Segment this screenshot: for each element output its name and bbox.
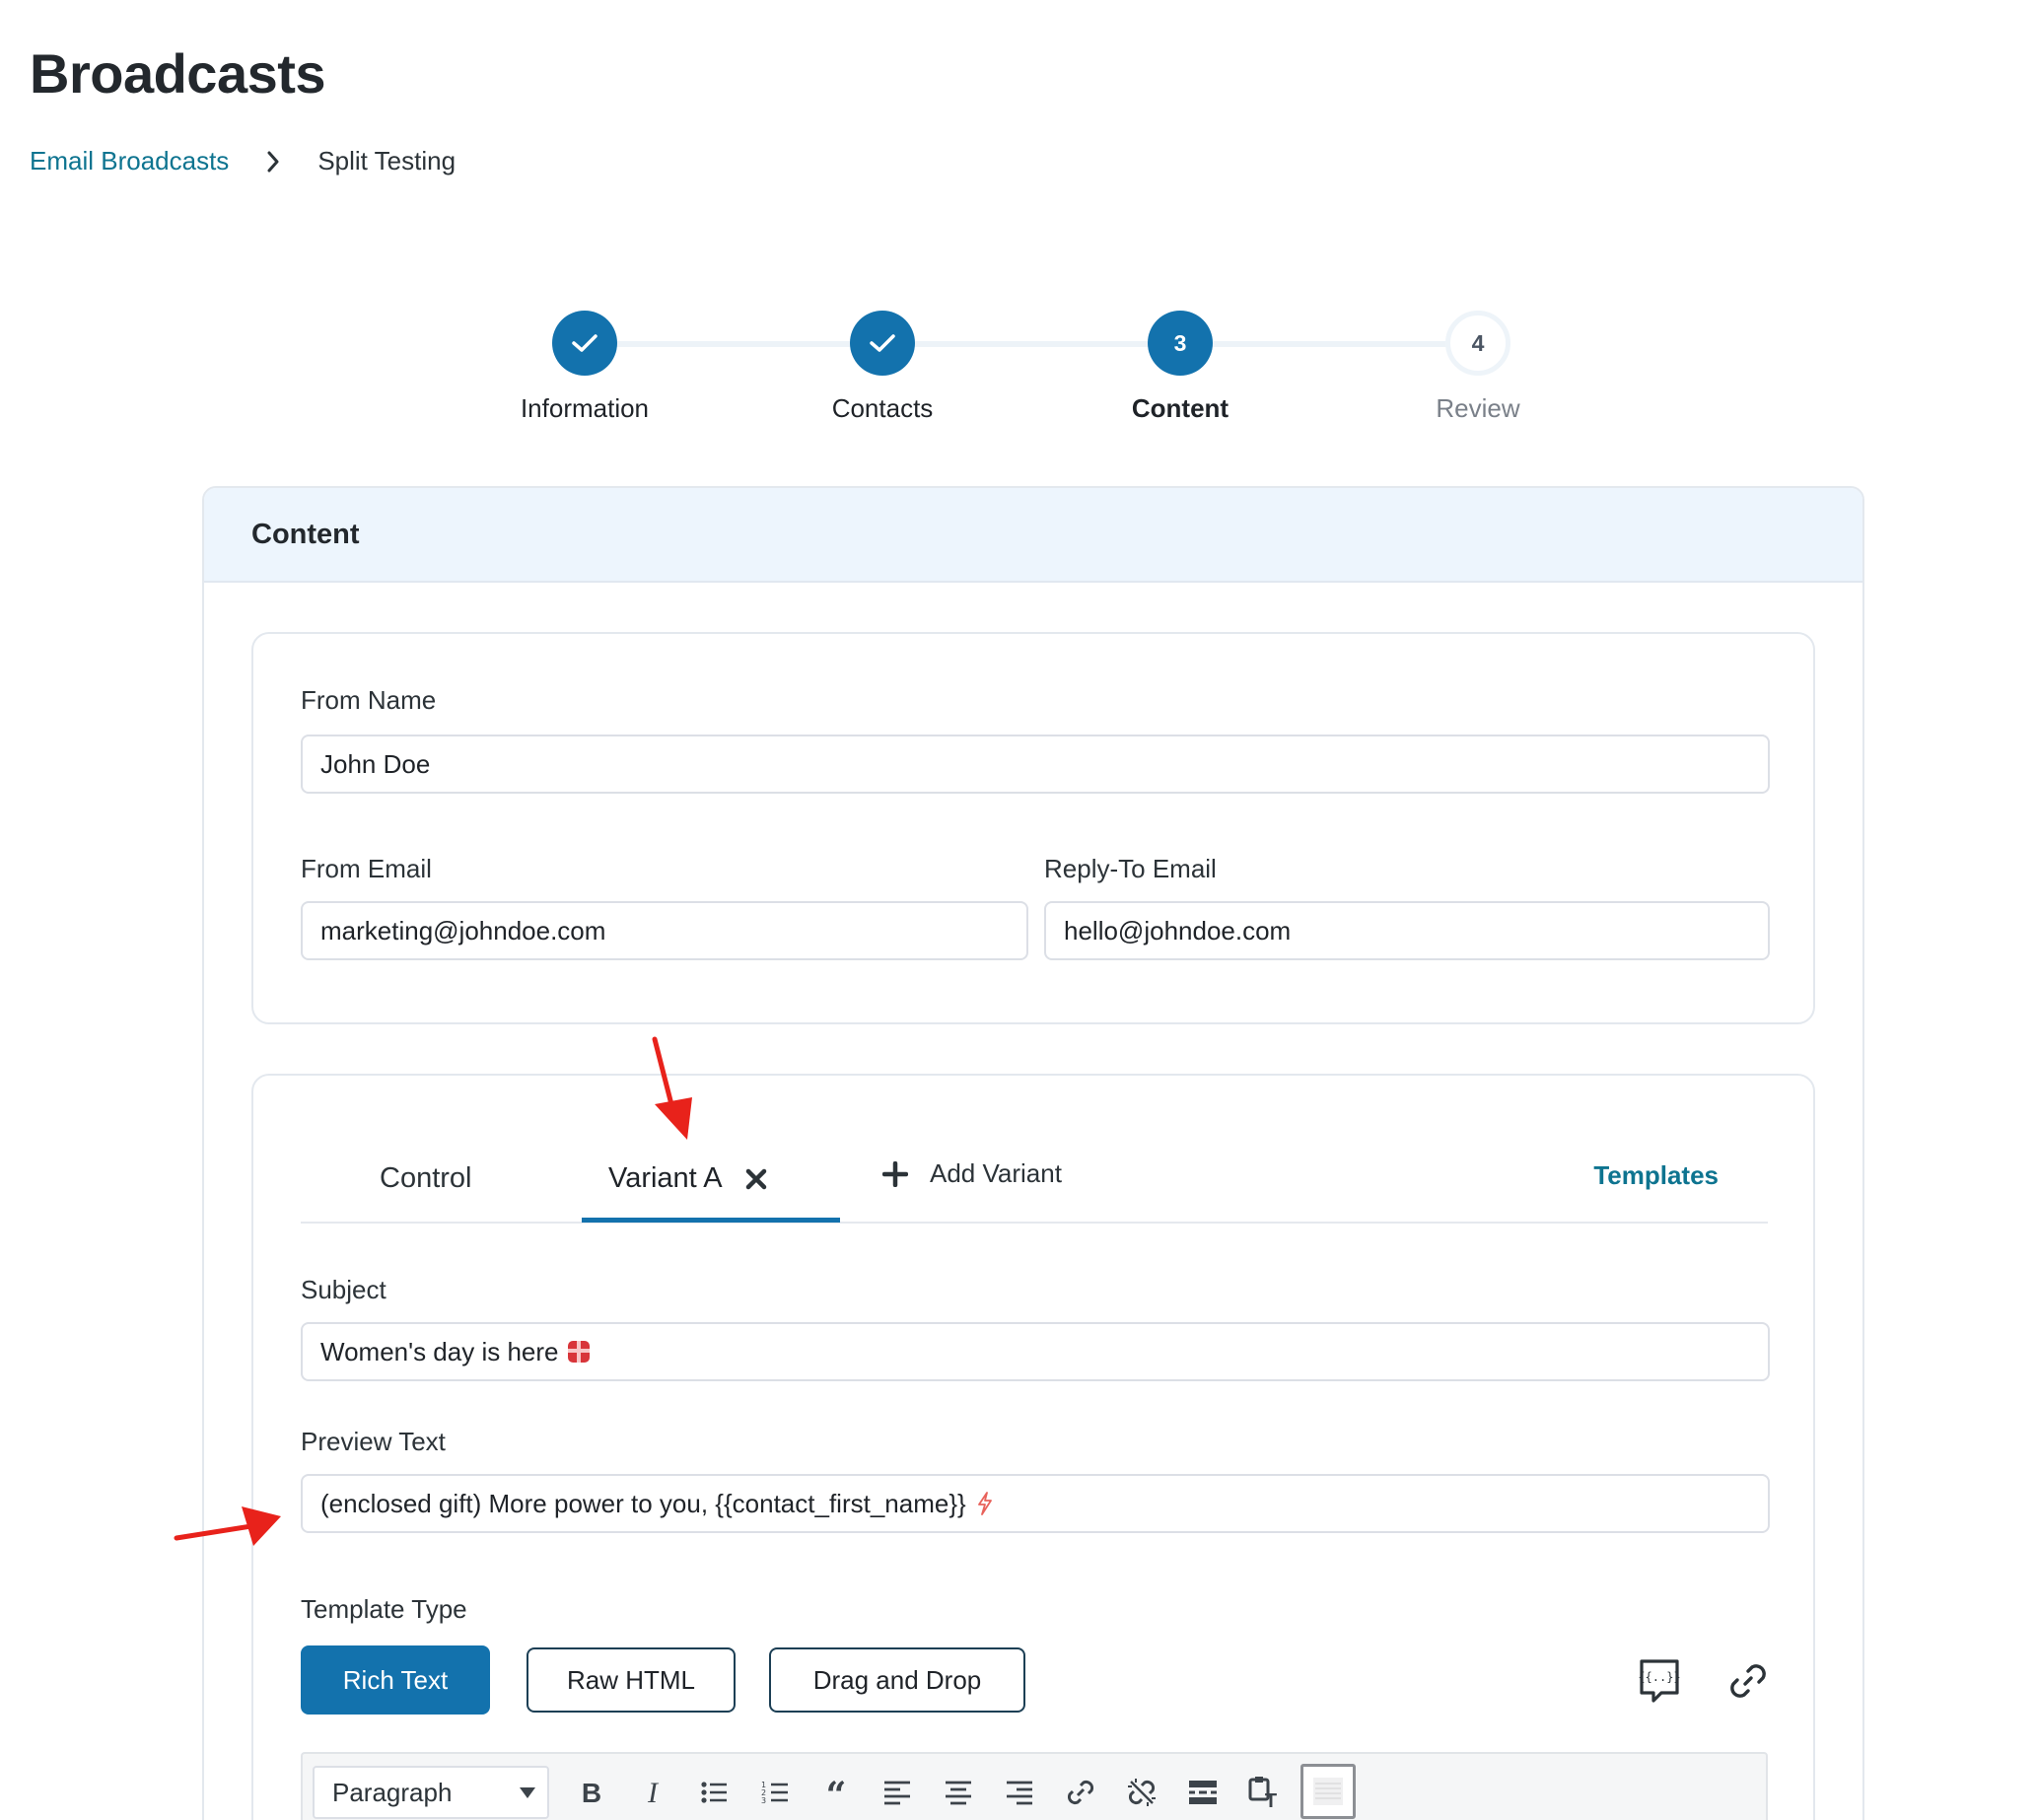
blockquote-icon: “ xyxy=(826,1778,847,1807)
paste-text-button[interactable]: T xyxy=(1239,1768,1289,1817)
close-icon[interactable] xyxy=(744,1167,768,1191)
breadcrumb-current: Split Testing xyxy=(317,146,457,175)
step-label: Information xyxy=(520,393,650,423)
svg-text:B: B xyxy=(582,1778,601,1807)
step-review[interactable]: 4 Review xyxy=(1376,311,1580,424)
step-content[interactable]: 3 Content xyxy=(1079,311,1282,424)
breadcrumb: Email Broadcasts Split Testing xyxy=(30,146,456,176)
format-select-value: Paragraph xyxy=(332,1777,453,1807)
align-left-icon xyxy=(884,1781,910,1805)
italic-icon: I xyxy=(647,1778,660,1807)
sender-details-panel: From Name John Doe From Email marketing@… xyxy=(251,632,1815,1024)
from-name-input[interactable]: John Doe xyxy=(301,735,1770,794)
template-type-label: Template Type xyxy=(301,1594,467,1624)
tab-control[interactable]: Control xyxy=(380,1162,472,1195)
bold-icon: B xyxy=(582,1778,601,1807)
numbered-list-icon: 123 xyxy=(761,1781,788,1805)
reply-to-email-input[interactable]: hello@johndoe.com xyxy=(1044,901,1770,960)
subject-label: Subject xyxy=(301,1275,386,1304)
bullet-list-icon xyxy=(701,1782,727,1803)
bold-button[interactable]: B xyxy=(567,1768,616,1817)
svg-text:T: T xyxy=(1265,1790,1277,1809)
step-number-circle: 4 xyxy=(1445,311,1510,376)
bullet-list-button[interactable] xyxy=(689,1768,738,1817)
checkmark-icon xyxy=(870,334,895,352)
step-complete-circle xyxy=(850,311,915,376)
unlink-button[interactable] xyxy=(1117,1768,1166,1817)
align-center-button[interactable] xyxy=(934,1768,983,1817)
raw-html-button[interactable]: Raw HTML xyxy=(527,1647,736,1713)
svg-text:I: I xyxy=(647,1778,660,1807)
step-contacts[interactable]: Contacts xyxy=(781,311,984,424)
variants-panel: Control Variant A Add Variant Templates … xyxy=(251,1074,1815,1820)
rich-text-button[interactable]: Rich Text xyxy=(301,1645,490,1715)
tab-variant-a[interactable]: Variant A xyxy=(608,1162,768,1195)
reply-to-email-label: Reply-To Email xyxy=(1044,854,1217,883)
align-right-button[interactable] xyxy=(995,1768,1044,1817)
svg-text:3: 3 xyxy=(761,1796,766,1805)
italic-button[interactable]: I xyxy=(628,1768,677,1817)
step-number-circle: 3 xyxy=(1148,311,1213,376)
plus-icon xyxy=(882,1160,908,1187)
subject-input[interactable]: Women's day is here xyxy=(301,1322,1770,1381)
page-title: Broadcasts xyxy=(30,42,326,105)
from-email-input[interactable]: marketing@johndoe.com xyxy=(301,901,1028,960)
step-complete-circle xyxy=(552,311,617,376)
insert-link-button[interactable] xyxy=(1056,1768,1105,1817)
chevron-right-icon xyxy=(258,151,288,173)
lightning-icon[interactable] xyxy=(976,1492,994,1515)
paste-text-icon: T xyxy=(1248,1777,1277,1809)
stepper-track xyxy=(585,341,1476,347)
gift-emoji-icon xyxy=(568,1341,591,1363)
from-email-label: From Email xyxy=(301,854,432,883)
breadcrumb-email-broadcasts-link[interactable]: Email Broadcasts xyxy=(30,146,229,176)
tab-label: Control xyxy=(380,1162,472,1194)
active-tab-indicator xyxy=(582,1218,840,1223)
checkmark-icon xyxy=(572,334,597,352)
align-center-icon xyxy=(946,1781,971,1805)
editor-toolbar: Paragraph B I 123 “ T xyxy=(301,1752,1768,1820)
drag-and-drop-button[interactable]: Drag and Drop xyxy=(769,1647,1025,1713)
add-variant-label: Add Variant xyxy=(930,1158,1062,1188)
content-card: Content From Name John Doe From Email ma… xyxy=(202,486,1864,1820)
subject-value: Women's day is here xyxy=(320,1336,559,1366)
link-icon[interactable] xyxy=(1724,1657,1772,1705)
toolbar-toggle-button[interactable] xyxy=(1300,1764,1356,1819)
preview-text-value: (enclosed gift) More power to you, {{con… xyxy=(320,1488,966,1518)
preview-text-input[interactable]: (enclosed gift) More power to you, {{con… xyxy=(301,1474,1770,1533)
from-name-label: From Name xyxy=(301,685,437,715)
chevron-down-icon xyxy=(520,1787,535,1798)
step-label: Contacts xyxy=(831,393,934,423)
align-left-button[interactable] xyxy=(873,1768,922,1817)
numbered-list-button[interactable]: 123 xyxy=(750,1768,800,1817)
tab-label: Variant A xyxy=(608,1162,723,1194)
variant-tabs: Control Variant A Add Variant Templates xyxy=(301,1076,1768,1224)
link-icon xyxy=(1067,1780,1094,1805)
add-variant-button[interactable]: Add Variant xyxy=(882,1158,1062,1189)
read-more-button[interactable] xyxy=(1178,1768,1228,1817)
toolbar-toggle-icon xyxy=(1313,1778,1343,1805)
format-select[interactable]: Paragraph xyxy=(313,1766,549,1819)
merge-tags-icon[interactable]: {{..}} xyxy=(1636,1657,1683,1705)
svg-text:{{..}}: {{..}} xyxy=(1638,1670,1680,1684)
preview-text-label: Preview Text xyxy=(301,1427,446,1456)
step-information[interactable]: Information xyxy=(483,311,686,424)
read-more-icon xyxy=(1189,1781,1217,1804)
blockquote-button[interactable]: “ xyxy=(811,1768,861,1817)
step-label: Content xyxy=(1131,393,1229,423)
unlink-icon xyxy=(1128,1779,1156,1806)
templates-link[interactable]: Templates xyxy=(1593,1160,1719,1191)
align-right-icon xyxy=(1007,1781,1032,1805)
step-label: Review xyxy=(1436,393,1520,423)
content-card-header: Content xyxy=(204,488,1862,583)
svg-text:“: “ xyxy=(826,1778,847,1807)
progress-stepper: Information Contacts 3 Content 4 Review xyxy=(483,311,1578,423)
